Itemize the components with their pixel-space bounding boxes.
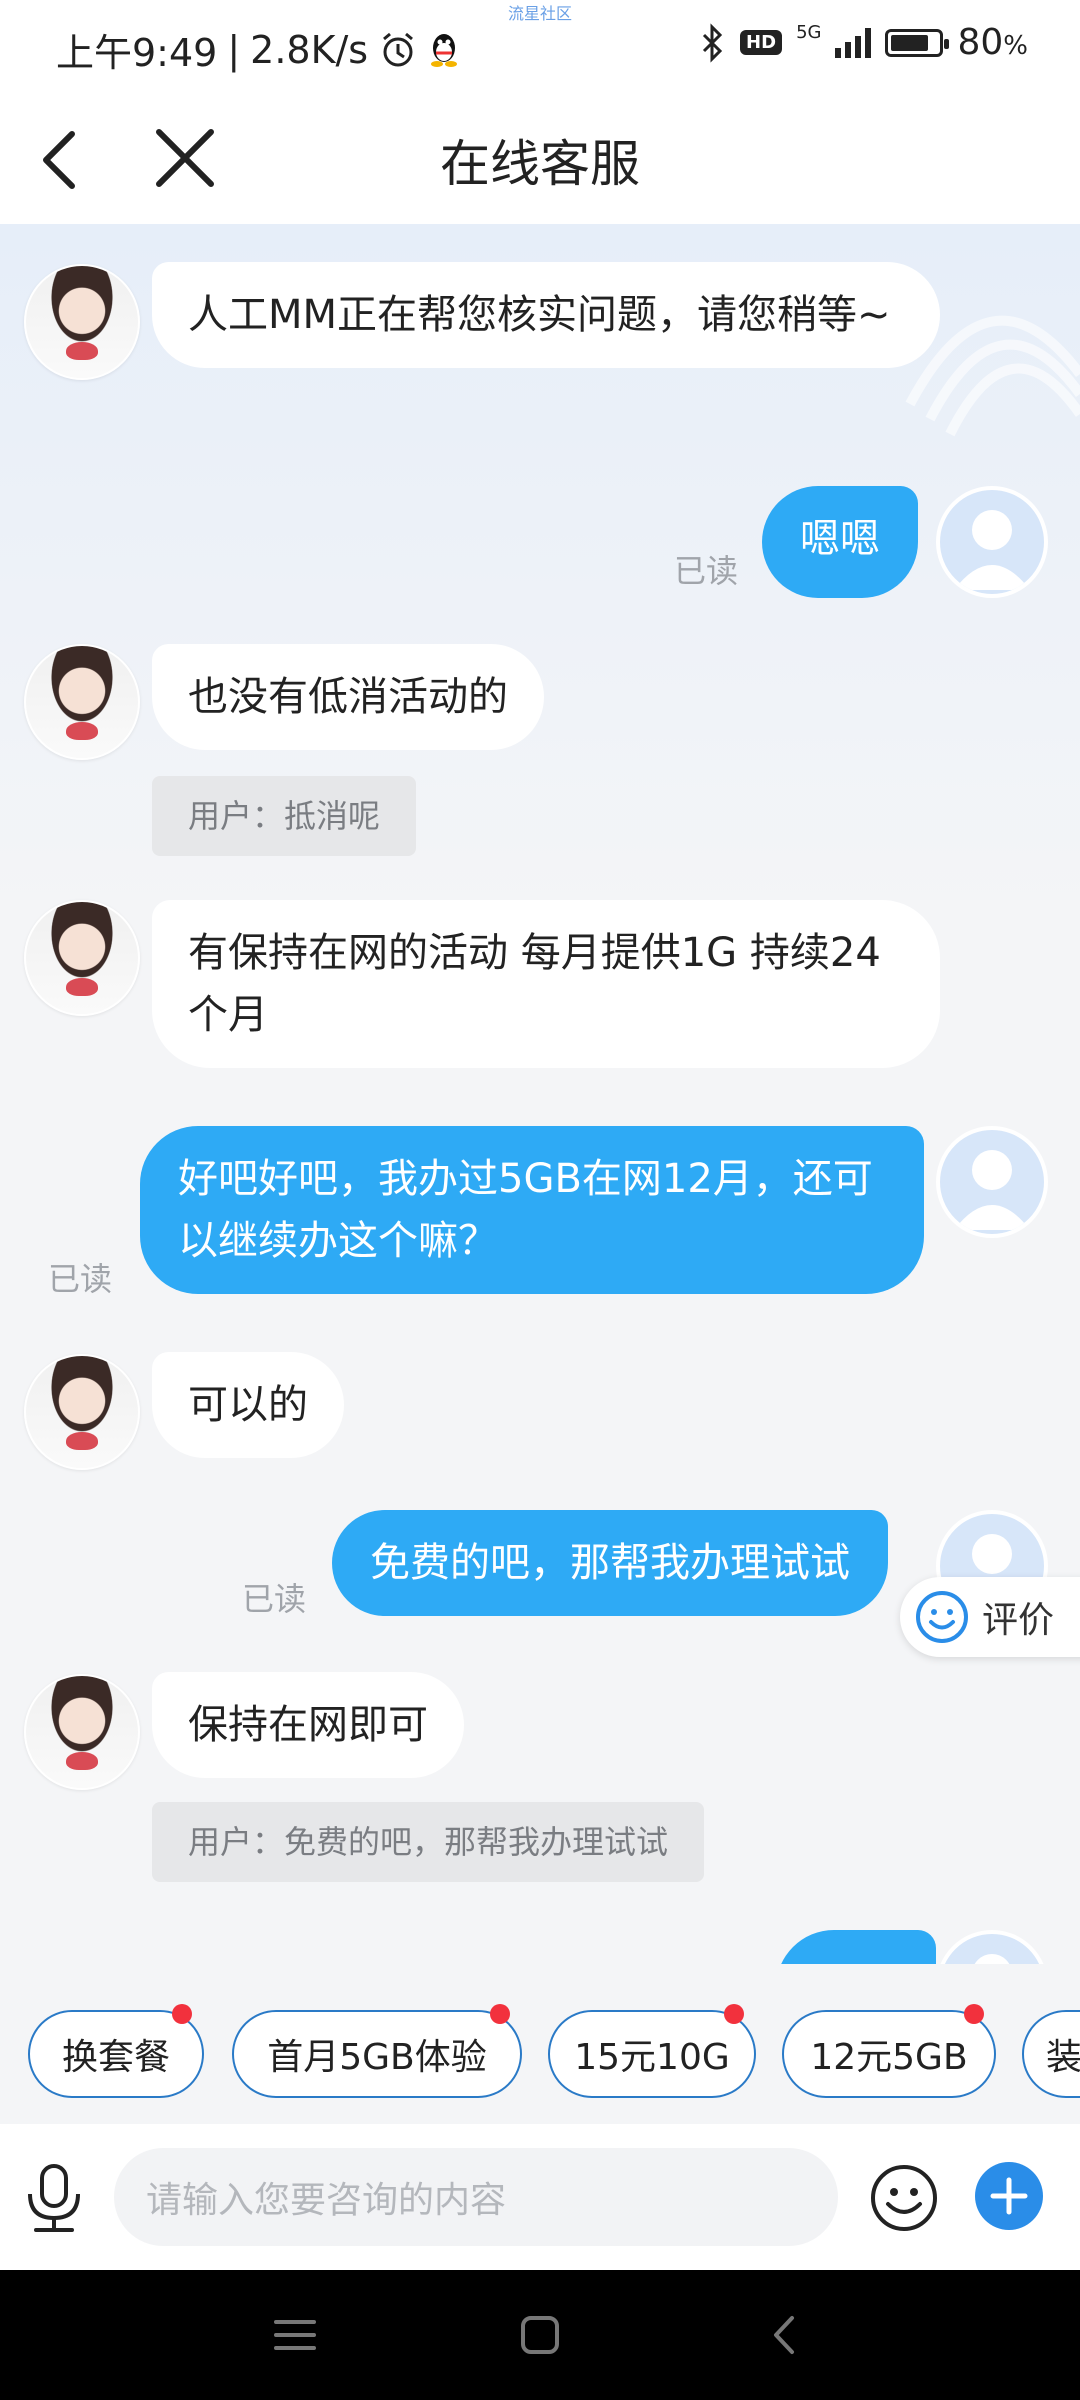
chip-label: 换套餐	[61, 2037, 170, 2078]
badge-dot	[724, 2004, 744, 2024]
agent-message: 人工MM正在帮您核实问题，请您稍等~	[152, 262, 940, 368]
agent-message: 也没有低消活动的	[152, 644, 544, 750]
status-separator: |	[227, 27, 241, 72]
plus-icon	[990, 2177, 1028, 2215]
rate-label: 评价	[982, 1600, 1055, 1641]
nav-back-icon[interactable]	[760, 2310, 810, 2360]
smile-icon	[916, 1591, 968, 1643]
badge-dot	[490, 2004, 510, 2024]
alarm-icon	[383, 32, 414, 66]
agent-avatar	[24, 900, 140, 1016]
net-speed: 2.8K/s	[250, 27, 369, 72]
user-message: 嗯嗯	[762, 486, 918, 598]
agent-message: 可以的	[152, 1352, 344, 1458]
watermark: 流星社区	[508, 4, 573, 23]
badge-dot	[964, 2004, 984, 2024]
chip-label: 15元10G	[574, 2037, 730, 2078]
badge-dot	[172, 2004, 192, 2024]
network-type: 5G	[796, 22, 822, 43]
emoji-icon[interactable]	[868, 2162, 940, 2234]
signal-icon	[835, 27, 872, 58]
read-status: 已读	[242, 1580, 307, 1618]
agent-avatar	[24, 1354, 140, 1470]
menu-icon[interactable]	[270, 2310, 320, 2360]
agent-message: 有保持在网的活动 每月提供1G 持续24个月	[152, 900, 940, 1068]
status-time: 上午9:49	[56, 31, 218, 75]
rate-button[interactable]: 评价	[900, 1577, 1080, 1657]
quick-reply-bar: 换套餐 首月5GB体验 15元10G 12元5GB 装	[0, 1964, 1080, 2124]
home-icon[interactable]	[515, 2310, 565, 2360]
quick-chip[interactable]: 首月5GB体验	[232, 2004, 522, 2098]
quoted-user-message: 用户：免费的吧，那帮我办理试试	[152, 1802, 705, 1882]
system-nav-bar	[0, 2270, 1080, 2400]
battery-percent: 80%	[957, 22, 1028, 63]
read-status: 已读	[48, 1260, 113, 1298]
qq-icon	[431, 33, 458, 67]
quick-chip[interactable]: 装	[1022, 2010, 1080, 2098]
input-bar: 请输入您要咨询的内容	[0, 2124, 1080, 2270]
user-avatar	[936, 1930, 1048, 1964]
user-message: 免费的吧，那帮我办理试试	[332, 1510, 888, 1616]
battery-icon	[885, 28, 950, 57]
add-button[interactable]	[975, 2162, 1043, 2230]
bluetooth-icon	[702, 22, 723, 63]
agent-message: 保持在网即可	[152, 1672, 464, 1778]
hd-badge: HD	[740, 30, 783, 55]
user-avatar	[936, 1126, 1048, 1238]
user-message: 好吧好吧，我办过5GB在网12月，还可以继续办这个嘛？	[140, 1126, 924, 1294]
user-avatar	[936, 486, 1048, 598]
agent-avatar	[24, 1674, 140, 1790]
status-bar: 流星社区 上午9:49 | 2.8K/s HD 5G 80%	[0, 0, 1080, 96]
chip-label: 首月5GB体验	[267, 2037, 487, 2078]
microphone-icon[interactable]	[22, 2162, 86, 2234]
agent-avatar	[24, 264, 140, 380]
chip-label: 装	[1046, 2037, 1080, 2078]
app-header: 在线客服	[0, 96, 1080, 224]
chip-label: 12元5GB	[810, 2037, 968, 2078]
quick-chip[interactable]: 12元5GB	[782, 2004, 996, 2098]
quick-chip[interactable]: 15元10G	[548, 2004, 756, 2098]
user-message-partial	[776, 1930, 936, 1964]
message-input[interactable]: 请输入您要咨询的内容	[114, 2148, 838, 2246]
page-title: 在线客服	[440, 135, 640, 193]
quoted-user-message: 用户：抵消呢	[152, 776, 417, 856]
chat-area[interactable]: 人工MM正在帮您核实问题，请您稍等~ 已读 嗯嗯 也没有低消活动的 用户：抵消呢…	[0, 224, 1080, 1964]
read-status: 已读	[674, 552, 739, 590]
agent-avatar	[24, 644, 140, 760]
quick-chip[interactable]: 换套餐	[28, 2004, 204, 2098]
